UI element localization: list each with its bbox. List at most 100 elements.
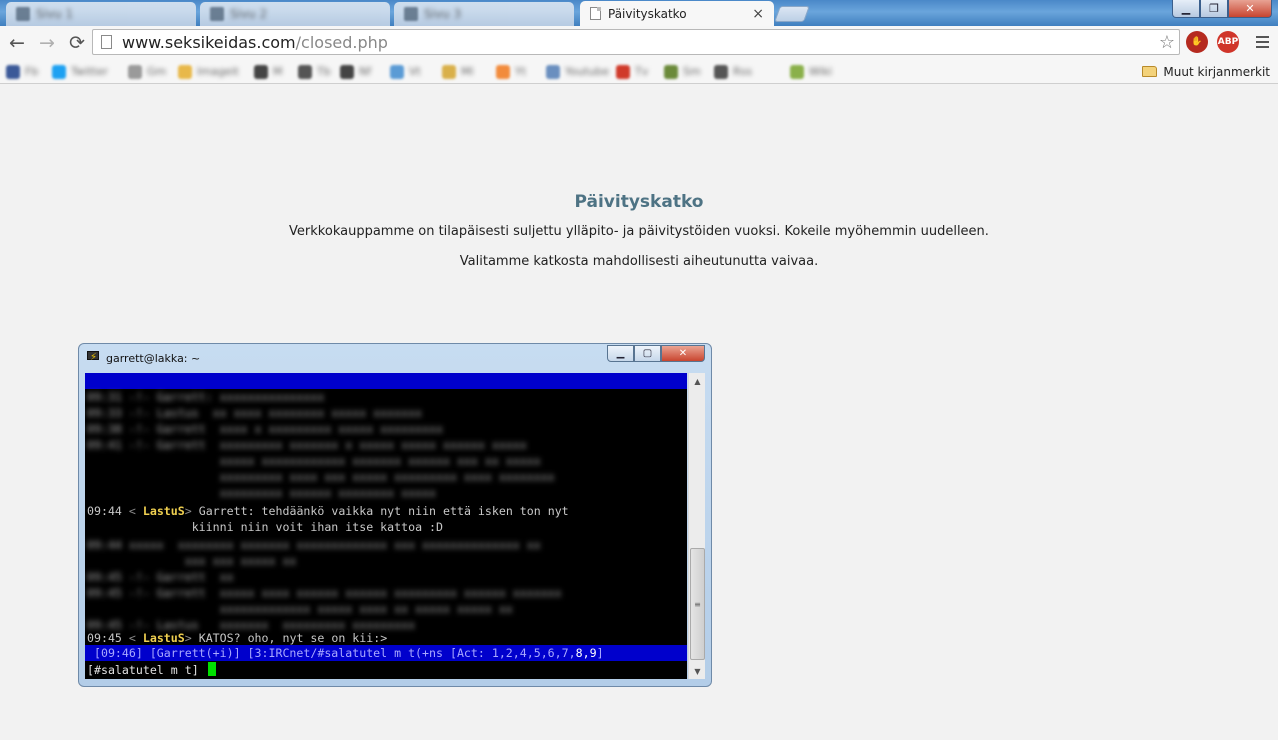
bookmark-favicon-icon [496,64,510,79]
close-button[interactable]: ✕ [1228,0,1272,18]
bookmark-item[interactable]: Nf [340,63,371,80]
status-text-end: ] [596,646,604,660]
back-button[interactable]: ← [4,30,30,56]
blurred-log-line: 09:41 -!- Garrett xxxxxxxxx xxxxxxx x xx… [87,438,527,452]
bookmark-label: Twitter [71,65,108,78]
irssi-status-bar: [09:46] [Garrett(+i)] [3:IRCnet/#salatut… [85,645,687,661]
address-bar[interactable]: www.seksikeidas.com/closed.php ☆ [92,29,1180,55]
bookmark-label: Vt [409,65,421,78]
new-tab-button[interactable] [774,6,810,22]
bookmark-item[interactable]: Tv [616,63,648,80]
ublock-icon[interactable]: ✋ [1186,31,1208,53]
bookmark-item[interactable]: Twitter [52,63,108,80]
other-bookmarks-button[interactable]: Muut kirjanmerkit [1142,63,1270,80]
menu-icon[interactable] [1252,31,1272,53]
bookmark-item[interactable]: Sm [664,63,701,80]
bookmark-label: Fb [25,65,39,78]
background-tab-2[interactable]: Sivu 2 [200,2,390,26]
bookmark-label: Tb [317,65,331,78]
page-icon [590,7,601,20]
tab-active[interactable]: Päivityskatko × [580,1,774,26]
bookmark-label: Rss [733,65,753,78]
bookmark-favicon-icon [6,64,20,79]
bookmark-favicon-icon [52,64,66,79]
putty-close-button[interactable]: ✕ [661,345,705,362]
tab-title: Sivu 3 [424,7,462,21]
bookmark-item[interactable]: Vt [390,63,421,80]
blurred-log-line: 09:44 xxxxx xxxxxxxx xxxxxxx xxxxxxxxxxx… [87,538,541,552]
message-nick: LastuS [142,631,185,645]
folder-icon [1142,66,1158,77]
blurred-log-line: xxxxxxxxx xxxx xxx xxxxx xxxxxxxxx xxxx … [87,470,555,484]
putty-title: garrett@lakka: ~ [106,351,201,365]
bookmark-favicon-icon [790,64,804,79]
bookmark-favicon-icon [390,64,404,79]
putty-maximize-button[interactable]: ▢ [634,345,661,362]
background-tab-3[interactable]: Sivu 3 [394,2,574,26]
bookmark-favicon-icon [714,64,728,79]
adblock-plus-icon[interactable]: ABP [1217,31,1239,53]
tab-title: Sivu 1 [36,7,74,21]
putty-minimize-button[interactable]: ▁ [607,345,634,362]
other-bookmarks-label: Muut kirjanmerkit [1163,64,1270,79]
bookmarks-bar: Muut kirjanmerkit Fb Twitter Gm Imageit M Tb N… [0,59,1278,84]
terminal-scrollbar[interactable]: ▲ ≡ ▼ [688,373,705,679]
bookmark-item[interactable]: Gm [128,63,166,80]
blurred-log-line: 09:45 -!- Garrett xxxxx xxxx xxxxxx xxxx… [87,586,562,600]
bookmark-item[interactable]: Ml [442,63,474,80]
chat-message: 09:44 < LastuS> Garrett: tehdäänkö vaikk… [87,504,569,518]
bookmark-label: Tv [635,65,649,78]
message-text: KATOS? oho, nyt se on kii:> [198,631,388,645]
forward-button[interactable]: → [34,30,60,56]
tab-close-icon[interactable]: × [752,6,764,22]
bookmark-favicon-icon [254,64,268,79]
chat-message: 09:45 < LastuS> KATOS? oho, nyt se on ki… [87,631,388,645]
bookmark-label: Gm [147,65,167,78]
putty-titlebar: ⚡ garrett@lakka: ~ [85,348,200,368]
bookmark-label: Youtube [565,65,609,78]
bookmark-label: Wiki [809,65,833,78]
putty-icon: ⚡ [85,351,101,365]
bookmark-item[interactable]: Fb [6,63,38,80]
bookmark-favicon-icon [128,64,142,79]
scroll-up-arrow-icon[interactable]: ▲ [689,373,706,389]
blurred-log-line: xxxxxxxxxxxxx xxxxx xxxx xx xxxxx xxxxx … [87,602,513,616]
bookmark-favicon-icon [546,64,560,79]
status-activity-highlight: 8,9 [575,646,597,660]
tab-title: Sivu 2 [230,7,268,21]
bookmark-star-icon[interactable]: ☆ [1159,32,1175,53]
scroll-down-arrow-icon[interactable]: ▼ [689,663,706,679]
irssi-input-line[interactable]: [#salatutel m t] [87,662,216,678]
bookmark-favicon-icon [616,64,630,79]
bookmark-item[interactable]: Wiki [790,63,832,80]
bookmark-favicon-icon [298,64,312,79]
bookmark-item[interactable]: Tb [298,63,331,80]
irssi-topic-bar [85,373,687,389]
blurred-log-line: xxx xxx xxxxx xx [87,554,297,568]
maximize-button[interactable]: ❐ [1200,0,1228,18]
bookmark-item[interactable]: Rss [714,63,752,80]
bookmark-item[interactable]: Yt [496,63,526,80]
bookmark-label: Nf [359,65,372,78]
status-text: [09:46] [Garrett(+i)] [3:IRCnet/#salatut… [87,646,576,660]
bookmark-label: M [273,65,283,78]
bookmark-item[interactable]: Imageit [178,63,239,80]
terminal-screen[interactable]: 09:31 -!- Garrett: xxxxxxxxxxxxxxx 09:33… [85,373,687,679]
bookmark-item[interactable]: M [254,63,283,80]
putty-window: ⚡ garrett@lakka: ~ ▁ ▢ ✕ 09:31 -!- Garre… [78,343,712,687]
page-title: Päivityskatko [574,192,704,212]
page-message-line-2: Valitamme katkosta mahdollisesti aiheutu… [459,254,819,269]
bookmark-favicon-icon [340,64,354,79]
input-prompt: [#salatutel m t] [87,663,199,677]
bookmark-item[interactable]: Youtube [546,63,609,80]
scrollbar-thumb[interactable]: ≡ [690,548,705,660]
blurred-log-line: 09:33 -!- Lastus xx xxxx xxxxxxxx xxxxx … [87,406,423,420]
tab-title: Päivityskatko [608,6,687,21]
minimize-button[interactable]: ▁ [1172,0,1200,18]
tab-favicon-icon [404,7,418,21]
bookmark-favicon-icon [442,64,456,79]
bookmark-label: Imageit [197,65,239,78]
tab-favicon-icon [16,7,30,21]
reload-button[interactable]: ⟳ [64,30,90,56]
background-tab-1[interactable]: Sivu 1 [6,2,196,26]
